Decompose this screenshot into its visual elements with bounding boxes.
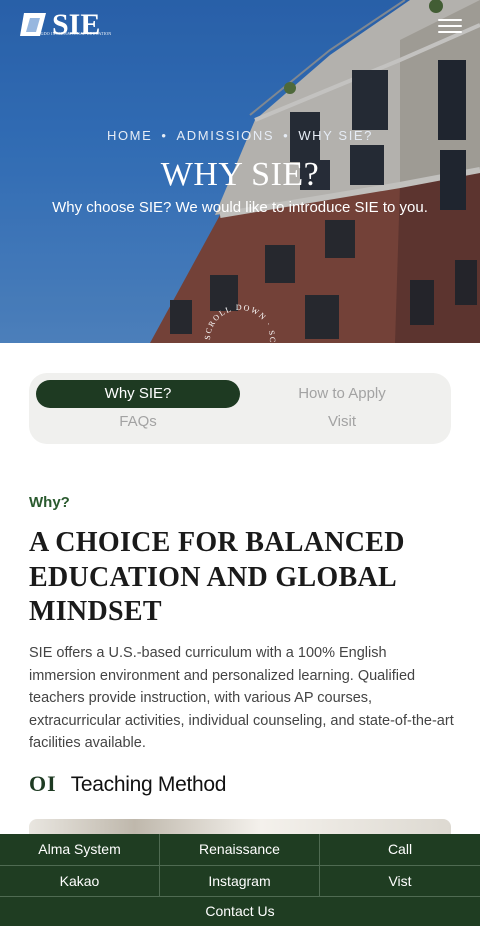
page-subtitle: Why choose SIE? We would like to introdu… bbox=[52, 199, 428, 216]
subsection-title: Teaching Method bbox=[70, 773, 227, 796]
link-kakao[interactable]: Kakao bbox=[0, 866, 159, 896]
link-instagram[interactable]: Instagram bbox=[160, 866, 319, 896]
tab-faqs[interactable]: FAQs bbox=[36, 408, 240, 436]
link-visit[interactable]: Vist bbox=[320, 866, 480, 896]
section-body: SIE offers a U.S.-based curriculum with … bbox=[29, 645, 454, 751]
section-heading: A CHOICE FOR BALANCED EDUCATION AND GLOB… bbox=[29, 527, 405, 627]
contact-us-button[interactable]: Contact Us bbox=[0, 897, 480, 926]
breadcrumb-separator: • bbox=[161, 128, 168, 143]
link-renaissance[interactable]: Renaissance bbox=[160, 834, 319, 865]
svg-text:SCROLL DOWN · SCROLL DOWN ·: SCROLL DOWN · SCROLL DOWN · bbox=[203, 303, 277, 343]
hero-banner: SIE SONGDO INTERNATIONAL EDUCATION HOME •… bbox=[0, 0, 480, 343]
tab-how-to-apply[interactable]: How to Apply bbox=[240, 380, 444, 408]
subsection-header: OI Teaching Method bbox=[29, 771, 226, 797]
divider bbox=[0, 865, 480, 866]
breadcrumb-current: WHY SIE? bbox=[298, 128, 374, 143]
page-title: WHY SIE? bbox=[160, 156, 320, 193]
bottom-quick-links: Alma System Renaissance Call Kakao Insta… bbox=[0, 834, 480, 926]
breadcrumb-admissions[interactable]: ADMISSIONS bbox=[177, 128, 275, 143]
sub-navigation-tabs: Why SIE? How to Apply FAQs Visit bbox=[29, 373, 451, 444]
hamburger-icon[interactable] bbox=[438, 16, 464, 36]
breadcrumb-separator: • bbox=[283, 128, 290, 143]
tab-visit[interactable]: Visit bbox=[240, 408, 444, 436]
breadcrumb: HOME • ADMISSIONS • WHY SIE? bbox=[0, 128, 480, 143]
scroll-down-indicator[interactable]: SCROLL DOWN · SCROLL DOWN · bbox=[200, 300, 280, 343]
scroll-down-text: SCROLL DOWN · SCROLL DOWN · bbox=[203, 303, 276, 343]
link-alma-system[interactable]: Alma System bbox=[0, 834, 159, 865]
subsection-number: OI bbox=[29, 771, 57, 796]
logo-subtext: SONGDO INTERNATIONAL EDUCATION bbox=[32, 31, 112, 36]
divider bbox=[0, 896, 480, 897]
tab-why-sie[interactable]: Why SIE? bbox=[36, 380, 240, 408]
breadcrumb-home[interactable]: HOME bbox=[107, 128, 152, 143]
link-call[interactable]: Call bbox=[320, 834, 480, 865]
section-eyebrow: Why? bbox=[29, 494, 70, 511]
